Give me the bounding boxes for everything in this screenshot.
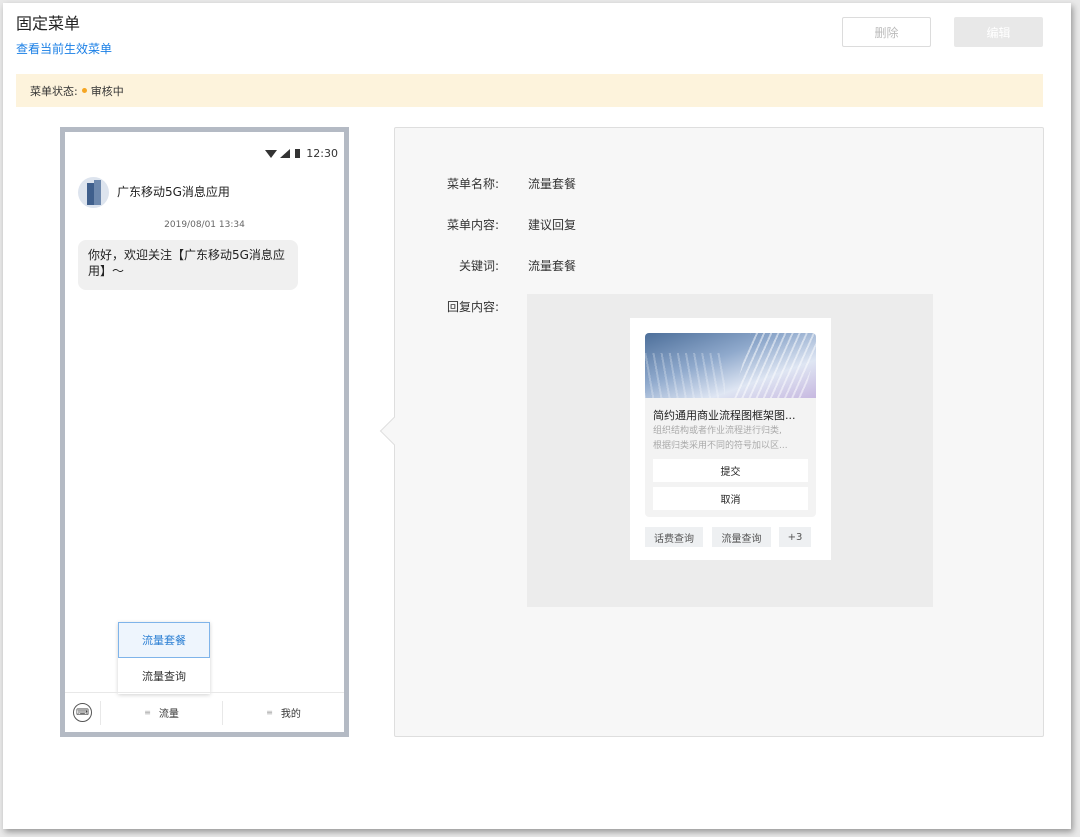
popup-menu-item-traffic-package[interactable]: 流量套餐 xyxy=(118,622,210,658)
status-value: 审核中 xyxy=(90,84,124,98)
menu-name-label: 菜单名称: xyxy=(446,177,499,191)
signal-icon xyxy=(280,149,291,158)
popup-menu: 流量套餐 流量查询 xyxy=(118,622,210,694)
reply-content-box: 简约通用商业流程图框架图... 组织结构或者作业流程进行归类, 根据归类采用不同… xyxy=(527,294,933,607)
suggestion-chip-more[interactable]: +3 xyxy=(779,527,811,547)
battery-icon xyxy=(295,149,301,158)
suggestion-chip-bill-query[interactable]: 话费查询 xyxy=(645,527,703,547)
keyword-label: 关键词: xyxy=(458,259,499,273)
keyboard-icon[interactable]: ⌨ xyxy=(73,703,92,722)
card-title: 简约通用商业流程图框架图... xyxy=(653,409,796,422)
phone-status-bar: 12:30 xyxy=(265,147,338,160)
suggestion-chip-traffic-query[interactable]: 流量查询 xyxy=(712,527,771,547)
rich-card-container: 简约通用商业流程图框架图... 组织结构或者作业流程进行归类, 根据归类采用不同… xyxy=(630,318,831,560)
card-desc-line: 组织结构或者作业流程进行归类, xyxy=(653,426,782,436)
panel-pointer xyxy=(379,416,409,446)
page-title: 固定菜单 xyxy=(16,14,81,33)
menu-status-bar: 菜单状态: 审核中 xyxy=(16,74,1043,107)
menu-detail-panel: 菜单名称: 流量套餐 菜单内容: 建议回复 关键词: 流量套餐 回复内容: 简约… xyxy=(379,127,1044,737)
menu-content-label: 菜单内容: xyxy=(446,218,499,232)
menu-lines-icon: ≡ xyxy=(266,708,273,717)
card-description: 组织结构或者作业流程进行归类, 根据归类采用不同的符号加以区... xyxy=(653,424,811,454)
delete-button[interactable]: 删除 xyxy=(842,17,931,47)
popup-menu-item-traffic-query[interactable]: 流量查询 xyxy=(118,658,210,694)
edit-button[interactable]: 编辑 xyxy=(954,17,1043,47)
welcome-message-bubble: 你好，欢迎关注【广东移动5G消息应用】～ xyxy=(78,240,298,290)
status-label: 菜单状态: xyxy=(30,84,78,98)
phone-preview: 12:30 广东移动5G消息应用 2019/08/01 13:34 你好，欢迎关… xyxy=(60,127,349,737)
status-dot-icon xyxy=(81,88,87,93)
phone-bottom-menu: ⌨ ≡ 流量 ≡ 我的 xyxy=(65,692,344,732)
bottom-tab-label: 我的 xyxy=(280,709,301,720)
chat-timestamp: 2019/08/01 13:34 xyxy=(164,220,245,230)
app-avatar xyxy=(78,177,109,208)
bottom-tab-label: 流量 xyxy=(158,709,179,720)
wifi-icon xyxy=(265,149,278,158)
reply-content-label: 回复内容: xyxy=(446,300,499,314)
bottom-tab-mine[interactable]: ≡ 我的 xyxy=(222,700,344,725)
rich-card: 简约通用商业流程图框架图... 组织结构或者作业流程进行归类, 根据归类采用不同… xyxy=(645,333,816,517)
menu-content-value: 建议回复 xyxy=(528,218,577,232)
card-desc-line: 根据归类采用不同的符号加以区... xyxy=(653,441,788,451)
phone-time: 12:30 xyxy=(306,147,338,160)
bottom-tab-traffic[interactable]: ≡ 流量 xyxy=(101,701,222,725)
view-active-menu-link[interactable]: 查看当前生效菜单 xyxy=(16,40,112,57)
app-frame: 固定菜单 查看当前生效菜单 删除 编辑 菜单状态: 审核中 12:30 广东移动… xyxy=(3,3,1071,829)
card-submit-button[interactable]: 提交 xyxy=(653,459,808,482)
card-image xyxy=(645,333,816,398)
keyword-value: 流量套餐 xyxy=(528,259,577,273)
card-cancel-button[interactable]: 取消 xyxy=(653,487,808,510)
chat-app-name: 广东移动5G消息应用 xyxy=(117,185,230,199)
menu-name-value: 流量套餐 xyxy=(528,177,577,191)
menu-lines-icon: ≡ xyxy=(144,708,151,717)
